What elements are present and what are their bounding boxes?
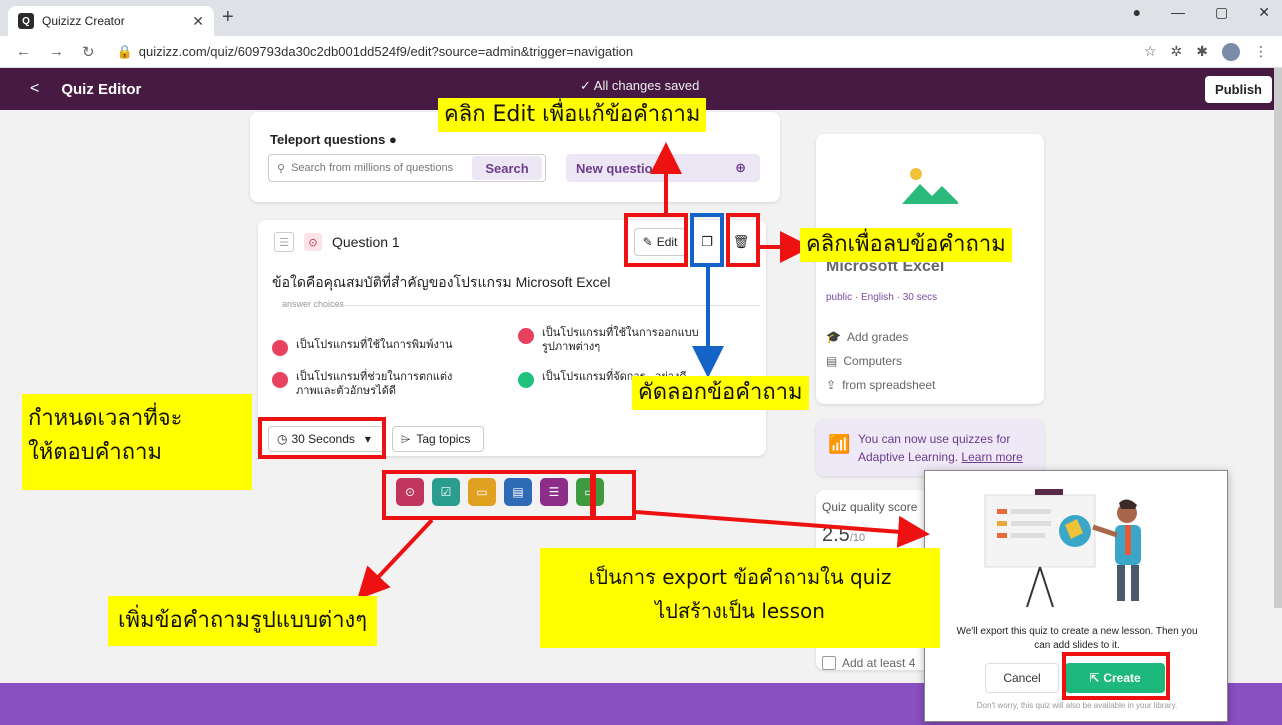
tag-topics-button[interactable]: ⌲ Tag topics — [392, 426, 484, 452]
menu-dots-icon[interactable]: ⋮ — [1254, 43, 1268, 60]
page-scrollbar[interactable] — [1274, 68, 1282, 608]
book-icon: ▤ — [826, 354, 838, 368]
extension-icon[interactable]: ✲ — [1171, 43, 1183, 60]
create-highlight-box — [1062, 652, 1170, 700]
url-field[interactable]: 🔒 quizizz.com/quiz/609793da30c2db001dd52… — [117, 44, 634, 60]
question-label: Question 1 — [332, 234, 400, 250]
new-tab-icon[interactable]: + — [222, 6, 234, 29]
back-chevron-icon[interactable]: < — [30, 80, 39, 98]
dialog-footnote: Don't worry, this quiz will also be avai… — [976, 701, 1178, 710]
browser-tab[interactable]: Q Quizizz Creator ✕ — [8, 6, 214, 36]
slide-highlight-box — [592, 470, 636, 520]
plus-circle-icon: ⊕ — [735, 160, 746, 175]
add-grades[interactable]: 🎓 Add grades — [826, 330, 908, 344]
divider — [330, 305, 760, 306]
forward-arrow-icon[interactable]: → — [49, 43, 64, 61]
quizizz-favicon-icon: Q — [18, 13, 34, 29]
choice-1: เป็นโปรแกรมที่ใช้ในการพิมพ์งาน — [272, 338, 472, 356]
export-note: เป็นการ export ข้อคำถามใน quiz ไปสร้างเป… — [540, 548, 940, 648]
window-controls: ● — ▢ ✕ — [1133, 4, 1270, 21]
address-bar: ← → ↻ 🔒 quizizz.com/quiz/609793da30c2db0… — [0, 36, 1282, 68]
dialog-message: We'll export this quiz to create a new l… — [956, 626, 1198, 651]
choice-dot-icon — [518, 372, 534, 388]
maximize-icon[interactable]: ▢ — [1215, 4, 1228, 21]
checkbox-icon — [822, 656, 836, 670]
teleport-heading: Teleport questions ● — [270, 132, 397, 147]
profile-dot-icon[interactable]: ● — [1133, 4, 1141, 21]
copy-highlight-box — [690, 213, 724, 267]
import-icon: ⇪ — [826, 378, 837, 392]
import-spreadsheet[interactable]: ⇪ from spreadsheet — [826, 378, 935, 392]
image-placeholder-icon[interactable] — [902, 164, 958, 204]
info-icon: ● — [388, 132, 397, 147]
subject[interactable]: ▤ Computers — [826, 354, 902, 368]
delete-note: คลิกเพื่อลบข้อคำถาม — [800, 228, 1012, 262]
learn-more-link[interactable]: Learn more — [961, 450, 1022, 464]
tab-title: Quizizz Creator — [42, 14, 125, 28]
url-text: quizizz.com/quiz/609793da30c2db001dd524f… — [138, 44, 634, 59]
types-note: เพิ่มข้อคำถามรูปแบบต่างๆ — [108, 596, 378, 646]
puzzle-icon[interactable]: ✱ — [1196, 43, 1208, 60]
tag-icon: ⌲ — [401, 431, 411, 446]
copy-note: คัดลอกข้อคำถาม — [632, 376, 809, 410]
publish-button[interactable]: Publish — [1205, 76, 1272, 103]
quality-label: Quiz quality score — [822, 500, 918, 514]
choice-3: เป็นโปรแกรมที่ช่วยในการตกแต่งภาพและตัวอั… — [272, 370, 472, 398]
multiple-choice-icon: ⊙ — [304, 233, 322, 251]
lock-icon: 🔒 — [116, 43, 133, 59]
cancel-button[interactable]: Cancel — [985, 663, 1059, 693]
bookmark-star-icon[interactable]: ☆ — [1144, 43, 1157, 60]
close-window-icon[interactable]: ✕ — [1258, 4, 1270, 21]
quiz-settings-panel: Microsoft Excel public · English · 30 se… — [816, 134, 1044, 404]
quiz-meta[interactable]: public · English · 30 secs — [826, 292, 937, 303]
reload-icon[interactable]: ↻ — [82, 43, 95, 61]
choice-dot-icon — [272, 372, 288, 388]
quality-checklist-item[interactable]: Add at least 4 — [822, 656, 915, 670]
answer-choices-label: answer choices — [282, 299, 345, 309]
edit-highlight-box — [624, 213, 688, 267]
time-note: กำหนดเวลาที่จะ ให้ตอบคำถาม — [22, 394, 252, 490]
drag-handle-icon[interactable]: ☰ — [274, 232, 294, 252]
profile-avatar[interactable] — [1222, 42, 1240, 61]
question-text: ข้อใดคือคุณสมบัติที่สำคัญของโปรแกรม Micr… — [272, 274, 611, 290]
search-button[interactable]: Search — [472, 156, 542, 180]
minimize-icon[interactable]: — — [1171, 4, 1185, 21]
choice-dot-icon — [272, 340, 288, 356]
back-arrow-icon[interactable]: ← — [16, 43, 31, 61]
choice-dot-icon — [518, 328, 534, 344]
types-arrow — [357, 518, 434, 600]
close-tab-icon[interactable]: ✕ — [192, 13, 204, 30]
edit-note: คลิก Edit เพื่อแก้ข้อคำถาม — [438, 98, 707, 132]
delete-highlight-box — [726, 213, 760, 267]
choice-2: เป็นโปรแกรมที่ใช้ในการออกแบบรูปภาพต่างๆ — [518, 326, 718, 354]
types-highlight-box — [382, 470, 594, 520]
quality-score: 2.5/10 — [822, 524, 866, 546]
browser-tab-bar: Q Quizizz Creator ✕ + ● — ▢ ✕ — [0, 0, 1282, 36]
grad-cap-icon: 🎓 — [826, 330, 841, 344]
page-title: Quiz Editor — [61, 80, 142, 98]
new-question-button[interactable]: New question ⊕ — [566, 154, 760, 182]
adaptive-learning-banner: 📶 You can now use quizzes for Adaptive L… — [816, 420, 1044, 476]
presentation-illustration — [984, 489, 1141, 608]
time-highlight-box — [258, 417, 386, 459]
search-icon: ⚲ — [277, 162, 286, 175]
save-status: ✓ All changes saved — [580, 78, 700, 93]
chart-icon: 📶 — [828, 434, 851, 454]
